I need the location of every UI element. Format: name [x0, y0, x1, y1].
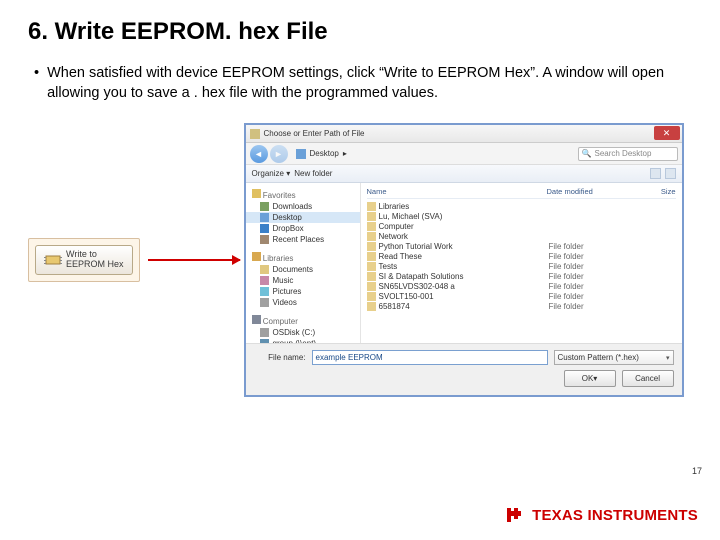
file-list-header: Name Date modified Size [367, 187, 676, 199]
bullet-marker: • [34, 64, 39, 103]
search-placeholder: Search Desktop [594, 149, 651, 158]
bullet-item: • When satisfied with device EEPROM sett… [28, 64, 692, 103]
sidebar-item-dropbox[interactable]: DropBox [246, 223, 360, 234]
sidebar-item-netgroup[interactable]: group (\\ent) [246, 338, 360, 343]
folder-icon [367, 302, 376, 311]
folder-icon [367, 252, 376, 261]
dialog-toolbar: Organize ▾ New folder [246, 165, 682, 183]
list-item[interactable]: Computer [367, 221, 676, 231]
col-date[interactable]: Date modified [547, 187, 616, 196]
sidebar-item-documents[interactable]: Documents [246, 264, 360, 275]
dialog-title: Choose or Enter Path of File [264, 129, 365, 138]
ti-logo-icon [504, 504, 526, 526]
dialog-footer: File name: example EEPROM Custom Pattern… [246, 343, 682, 395]
folder-icon [367, 202, 376, 211]
sidebar-item-desktop[interactable]: Desktop [246, 212, 360, 223]
write-button-line2: EEPROM Hex [66, 259, 124, 269]
folder-icon [367, 212, 376, 221]
page-number: 17 [692, 466, 702, 476]
folder-icon [367, 272, 376, 281]
search-input[interactable]: 🔍 Search Desktop [578, 147, 678, 161]
list-item[interactable]: Network [367, 231, 676, 241]
crumb-text: Desktop [310, 149, 339, 158]
desktop-icon [296, 149, 306, 159]
chevron-right-icon: ▸ [343, 149, 347, 158]
sidebar-computer-header: Computer [246, 313, 360, 327]
organize-menu[interactable]: Organize ▾ [252, 169, 291, 178]
folder-icon [367, 262, 376, 271]
folder-icon [367, 292, 376, 301]
list-item[interactable]: SI & Datapath SolutionsFile folder [367, 271, 676, 281]
file-format-select[interactable]: Custom Pattern (*.hex) [554, 350, 674, 365]
filename-label: File name: [254, 353, 306, 362]
list-item[interactable]: SN65LVDS302-048 aFile folder [367, 281, 676, 291]
nav-back-icon[interactable]: ◄ [250, 145, 268, 163]
folder-icon [367, 232, 376, 241]
brand-text: TEXAS INSTRUMENTS [532, 507, 698, 524]
search-icon: 🔍 [582, 149, 592, 158]
list-item[interactable]: Python Tutorial WorkFile folder [367, 241, 676, 251]
new-folder-button[interactable]: New folder [294, 169, 332, 178]
slide-title: 6. Write EEPROM. hex File [28, 18, 692, 46]
sidebar-item-music[interactable]: Music [246, 275, 360, 286]
col-size[interactable]: Size [616, 187, 676, 196]
view-mode-icon[interactable] [650, 168, 661, 179]
filename-input[interactable]: example EEPROM [312, 350, 548, 365]
list-item[interactable]: TestsFile folder [367, 261, 676, 271]
help-icon[interactable] [665, 168, 676, 179]
breadcrumb[interactable]: Desktop ▸ [296, 149, 578, 159]
sidebar-item-downloads[interactable]: Downloads [246, 201, 360, 212]
dialog-sidebar: Favorites Downloads Desktop DropBox Rece… [246, 183, 361, 343]
list-item[interactable]: 6581874File folder [367, 301, 676, 311]
close-icon[interactable]: ✕ [654, 126, 680, 140]
bullet-text: When satisfied with device EEPROM settin… [47, 64, 692, 103]
dialog-app-icon [250, 129, 260, 139]
cancel-button[interactable]: Cancel [622, 370, 674, 387]
sidebar-item-osdisk[interactable]: OSDisk (C:) [246, 327, 360, 338]
sidebar-item-recent[interactable]: Recent Places [246, 234, 360, 245]
write-button-frame: Write to EEPROM Hex [28, 238, 140, 282]
list-item[interactable]: SVOLT150-001File folder [367, 291, 676, 301]
save-file-dialog: Choose or Enter Path of File ✕ ◄ ► Deskt… [244, 123, 684, 397]
list-item[interactable]: Lu, Michael (SVA) [367, 211, 676, 221]
dialog-titlebar: Choose or Enter Path of File ✕ [246, 125, 682, 143]
pointer-arrow [148, 259, 240, 261]
write-button-line1: Write to [66, 249, 97, 259]
dialog-nav: ◄ ► Desktop ▸ 🔍 Search Desktop [246, 143, 682, 165]
folder-icon [367, 222, 376, 231]
col-name[interactable]: Name [367, 187, 547, 196]
folder-icon [367, 242, 376, 251]
list-item[interactable]: Libraries [367, 201, 676, 211]
sidebar-libraries-header: Libraries [246, 250, 360, 264]
write-to-eeprom-hex-button[interactable]: Write to EEPROM Hex [35, 245, 133, 275]
sidebar-favorites-header: Favorites [246, 187, 360, 201]
brand-footer: TEXAS INSTRUMENTS [504, 504, 698, 526]
sidebar-item-videos[interactable]: Videos [246, 297, 360, 308]
list-item[interactable]: Read TheseFile folder [367, 251, 676, 261]
eeprom-chip-icon [44, 253, 62, 267]
ok-button[interactable]: OK ▾ [564, 370, 616, 387]
nav-forward-icon[interactable]: ► [270, 145, 288, 163]
sidebar-item-pictures[interactable]: Pictures [246, 286, 360, 297]
file-list-pane: Name Date modified Size Libraries Lu, Mi… [361, 183, 682, 343]
folder-icon [367, 282, 376, 291]
